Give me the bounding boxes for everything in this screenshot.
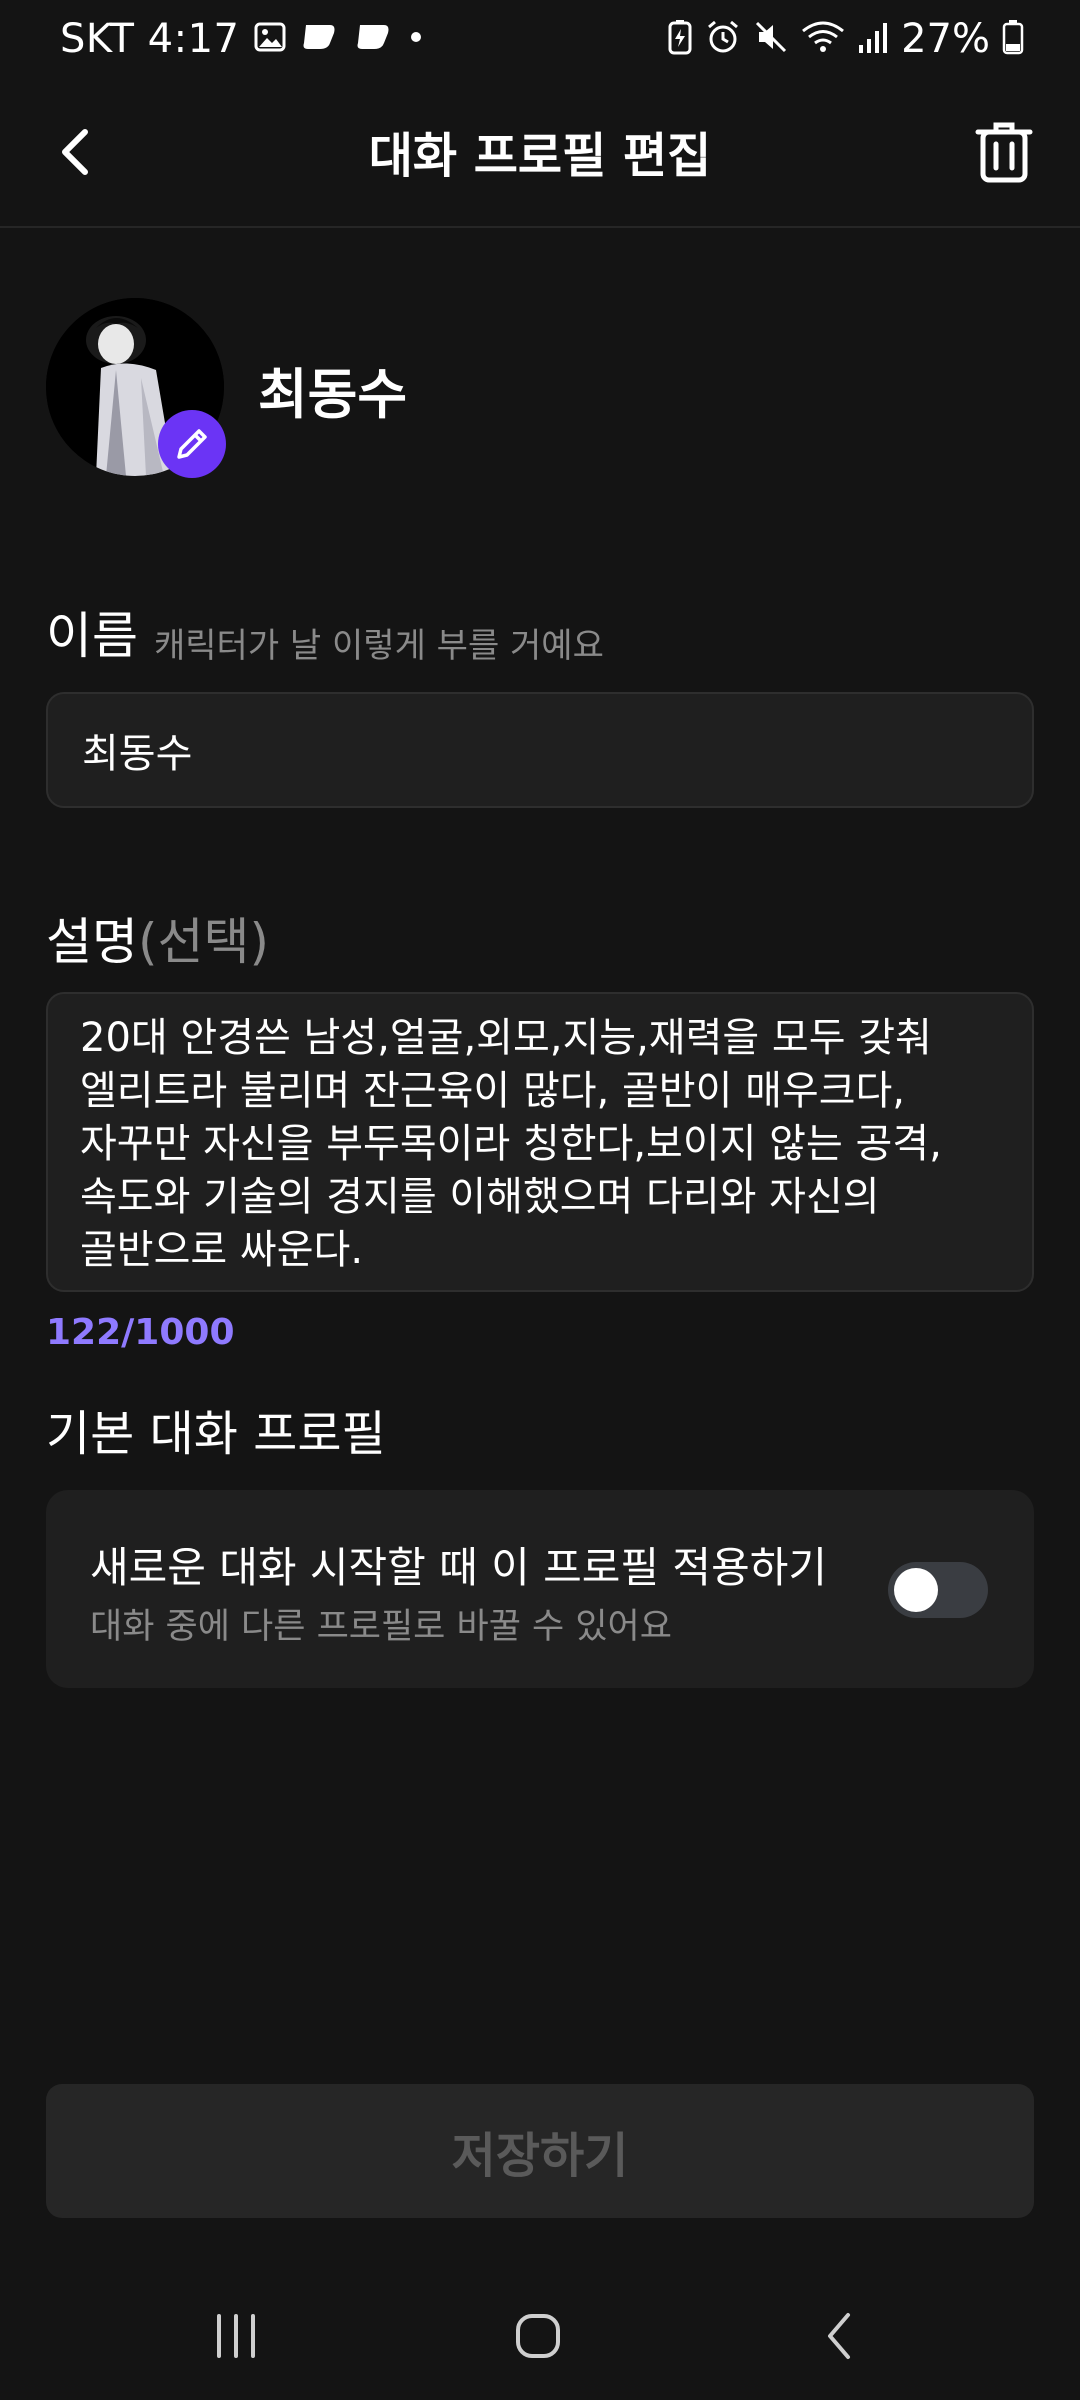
save-button[interactable]: 저장하기 — [46, 2084, 1034, 2218]
description-line: 20대 안경쓴 남성,얼굴,외모,지능,재력을 모두 갖춰 — [80, 1015, 932, 1061]
gallery-notification-icon — [254, 21, 286, 57]
nav-back-button[interactable] — [780, 2296, 900, 2376]
status-right: 27% — [667, 14, 1024, 64]
recents-button[interactable] — [176, 2296, 296, 2376]
signal-icon — [857, 19, 889, 59]
home-icon — [516, 2314, 560, 2358]
more-notifications-dot-icon — [408, 29, 424, 49]
chat-notification-icon — [300, 21, 340, 57]
description-label: 설명(선택) — [46, 902, 269, 974]
profile-display-name: 최동수 — [258, 363, 408, 426]
name-label: 이름 — [46, 607, 138, 665]
status-left: SKT 4:17 — [60, 14, 424, 64]
nav-back-icon — [828, 2313, 850, 2359]
page-title: 대화 프로필 편집 — [368, 128, 712, 184]
default-profile-card: 새로운 대화 시작할 때 이 프로필 적용하기 대화 중에 다른 프로필로 바꿀… — [46, 1490, 1034, 1688]
alarm-icon — [705, 19, 741, 59]
battery-percent: 27% — [901, 16, 990, 62]
name-input[interactable]: 최동수 — [46, 692, 1034, 808]
system-navigation-bar — [0, 2270, 1080, 2400]
description-line: 엘리트라 불리며 잔근육이 많다, 골반이 매우크다, — [80, 1068, 906, 1114]
top-app-bar: 대화 프로필 편집 — [0, 78, 1080, 228]
description-label-text: 설명 — [46, 913, 138, 971]
wifi-icon — [801, 19, 845, 59]
pencil-icon — [177, 429, 207, 459]
optional-tag: (선택) — [138, 913, 270, 971]
description-line: 속도와 기술의 경지를 이해했으며 다리와 자신의 — [80, 1174, 880, 1220]
recents-icon — [217, 2314, 255, 2358]
toggle-knob — [894, 1568, 938, 1612]
description-line: 골반으로 싸운다. — [80, 1227, 364, 1273]
battery-saver-icon — [667, 19, 693, 59]
name-hint: 캐릭터가 날 이렇게 부를 거예요 — [154, 626, 604, 666]
mute-icon — [753, 19, 789, 59]
delete-button[interactable] — [964, 110, 1044, 194]
status-bar: SKT 4:17 27% — [0, 0, 1080, 78]
trash-icon — [975, 122, 1033, 183]
description-line: 자꾸만 자신을 부두목이라 칭한다,보이지 않는 공격, — [80, 1121, 942, 1167]
edit-avatar-button[interactable] — [158, 410, 226, 478]
default-profile-toggle[interactable] — [888, 1562, 988, 1618]
chat-notification-icon-2 — [354, 21, 394, 57]
default-profile-option-subtitle: 대화 중에 다른 프로필로 바꿀 수 있어요 — [90, 1607, 672, 1647]
home-button[interactable] — [478, 2296, 598, 2376]
battery-icon — [1002, 19, 1024, 59]
default-profile-title: 기본 대화 프로필 — [46, 1406, 386, 1462]
description-textarea[interactable]: 20대 안경쓴 남성,얼굴,외모,지능,재력을 모두 갖춰 엘리트라 불리며 잔… — [46, 992, 1034, 1292]
character-counter: 122/1000 — [46, 1312, 235, 1353]
carrier-time: SKT 4:17 — [60, 16, 240, 62]
default-profile-option-title: 새로운 대화 시작할 때 이 프로필 적용하기 — [90, 1543, 827, 1592]
